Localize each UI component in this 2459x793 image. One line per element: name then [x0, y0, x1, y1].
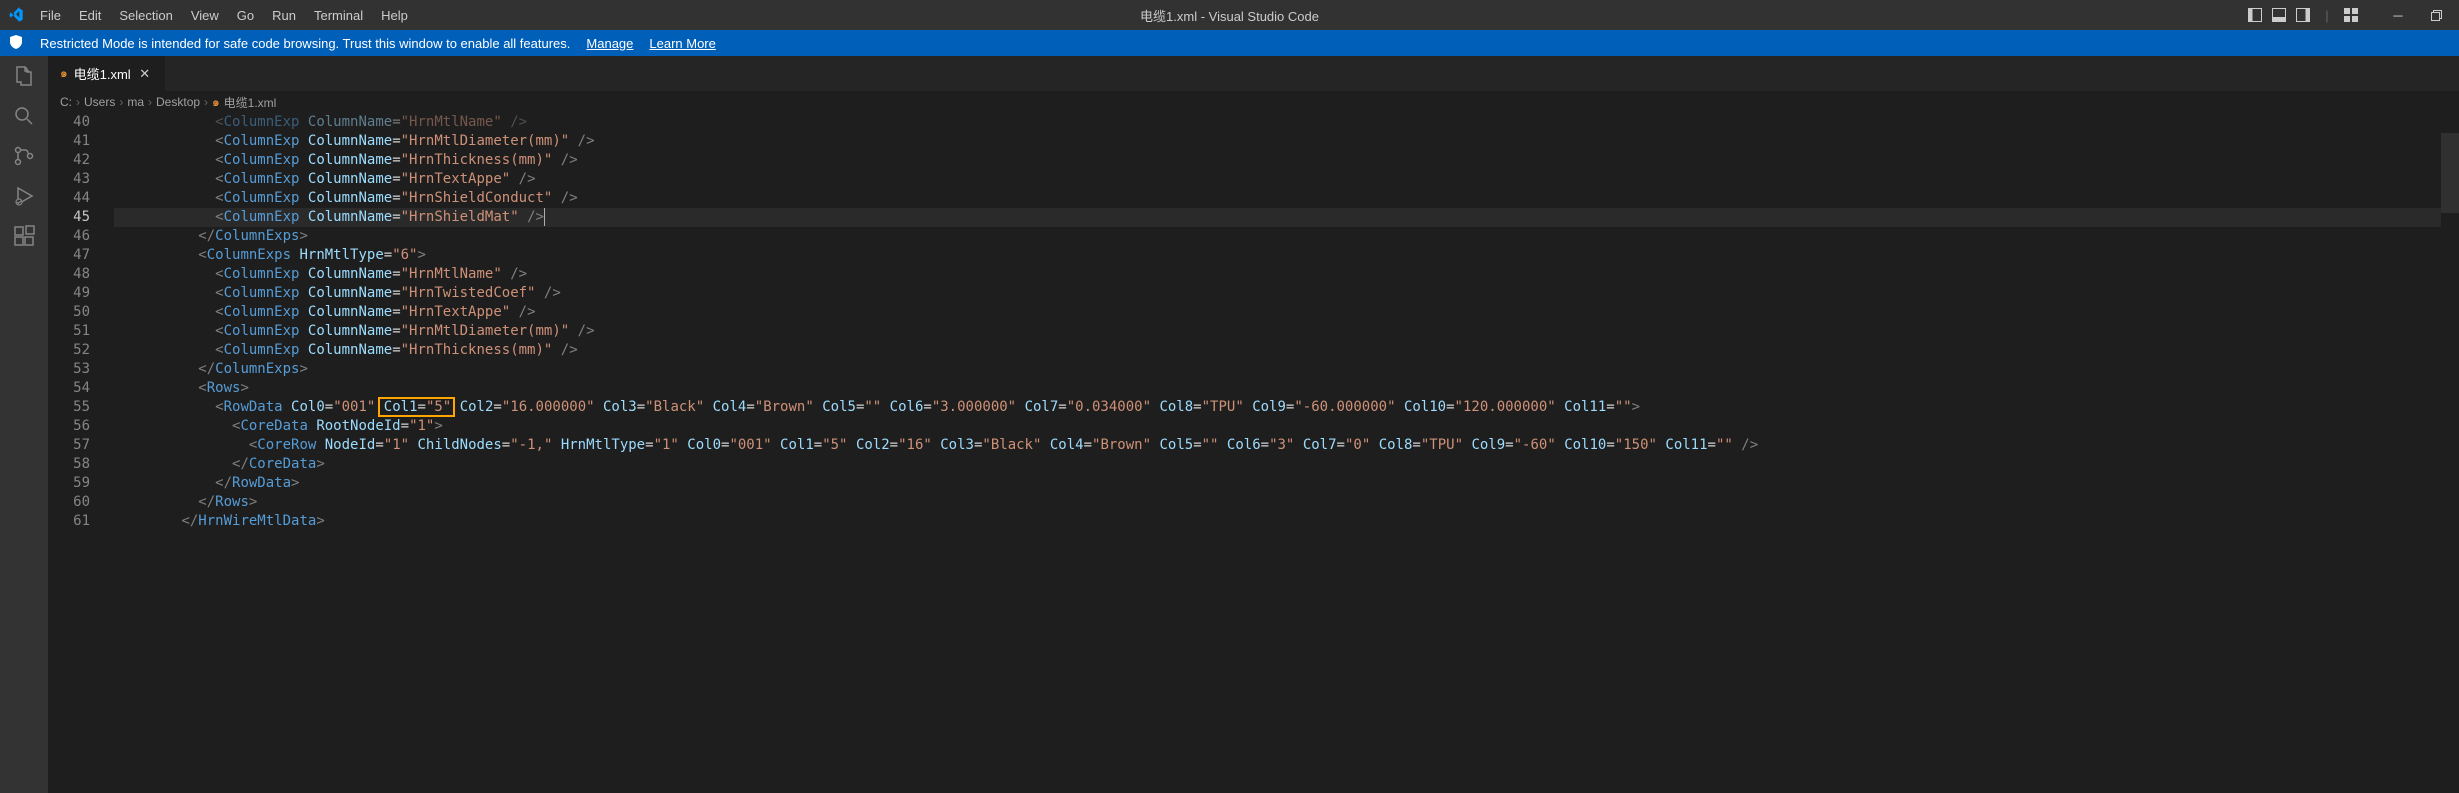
code-line[interactable]: <ColumnExp ColumnName="HrnMtlDiameter(mm…	[114, 322, 2441, 341]
tab-bar: ๑ 电缆1.xml ✕	[48, 56, 2459, 91]
code-line[interactable]: <ColumnExp ColumnName="HrnMtlDiameter(mm…	[114, 132, 2441, 151]
code-line[interactable]: <ColumnExps HrnMtlType="6">	[114, 246, 2441, 265]
activity-bar	[0, 56, 48, 793]
code-line[interactable]: </ColumnExps>	[114, 360, 2441, 379]
toggle-primary-sidebar-icon[interactable]	[2247, 7, 2263, 23]
toggle-panel-icon[interactable]	[2271, 7, 2287, 23]
manage-link[interactable]: Manage	[586, 36, 633, 51]
menu-terminal[interactable]: Terminal	[306, 4, 371, 27]
source-control-icon[interactable]	[12, 144, 36, 168]
customize-layout-icon[interactable]	[2343, 7, 2359, 23]
minimap[interactable]	[2441, 113, 2459, 793]
window-title: 电缆1.xml - Visual Studio Code	[1140, 6, 1319, 25]
breadcrumb-item[interactable]: ma	[127, 95, 144, 109]
minimap-slider[interactable]	[2441, 133, 2459, 213]
tab-file[interactable]: ๑ 电缆1.xml ✕	[48, 56, 166, 91]
search-icon[interactable]	[12, 104, 36, 128]
main-content: ๑ 电缆1.xml ✕ C: › Users › ma › Desktop › …	[0, 56, 2459, 793]
code-line[interactable]: </CoreData>	[114, 455, 2441, 474]
chevron-right-icon: ›	[119, 95, 123, 109]
menu-help[interactable]: Help	[373, 4, 416, 27]
code-line[interactable]: <ColumnExp ColumnName="HrnShieldMat" />	[114, 208, 2441, 227]
run-debug-icon[interactable]	[12, 184, 36, 208]
code-line[interactable]: <Rows>	[114, 379, 2441, 398]
tab-label: 电缆1.xml	[74, 64, 131, 83]
close-icon[interactable]: ✕	[137, 66, 153, 82]
code-line[interactable]: </Rows>	[114, 493, 2441, 512]
line-numbers: 4041424344454647484950515253545556575859…	[48, 113, 110, 793]
extensions-icon[interactable]	[12, 224, 36, 248]
chevron-right-icon: ›	[148, 95, 152, 109]
xml-file-icon: ๑	[60, 64, 68, 83]
code-line[interactable]: <ColumnExp ColumnName="HrnShieldConduct"…	[114, 189, 2441, 208]
code-line[interactable]: <ColumnExp ColumnName="HrnTwistedCoef" /…	[114, 284, 2441, 303]
learn-more-link[interactable]: Learn More	[649, 36, 715, 51]
code-line[interactable]: <ColumnExp ColumnName="HrnThickness(mm)"…	[114, 341, 2441, 360]
toggle-secondary-sidebar-icon[interactable]	[2295, 7, 2311, 23]
title-bar: File Edit Selection View Go Run Terminal…	[0, 0, 2459, 30]
menu-bar: File Edit Selection View Go Run Terminal…	[32, 4, 416, 27]
breadcrumb-item[interactable]: Users	[84, 95, 115, 109]
breadcrumb[interactable]: C: › Users › ma › Desktop › ๑ 电缆1.xml	[48, 91, 2459, 113]
title-controls: | ─	[2247, 7, 2451, 23]
xml-file-icon: ๑	[212, 93, 220, 112]
code-line[interactable]: </ColumnExps>	[114, 227, 2441, 246]
menu-view[interactable]: View	[183, 4, 227, 27]
maximize-icon[interactable]	[2421, 7, 2451, 23]
code-content[interactable]: <ColumnExp ColumnName="HrnMtlName" /> <C…	[110, 113, 2441, 793]
shield-icon	[8, 34, 24, 53]
menu-selection[interactable]: Selection	[111, 4, 180, 27]
code-line[interactable]: <ColumnExp ColumnName="HrnTextAppe" />	[114, 303, 2441, 322]
breadcrumb-item[interactable]: 电缆1.xml	[224, 94, 277, 111]
code-line[interactable]: <ColumnExp ColumnName="HrnThickness(mm)"…	[114, 151, 2441, 170]
restricted-mode-banner: Restricted Mode is intended for safe cod…	[0, 30, 2459, 56]
code-line[interactable]: <ColumnExp ColumnName="HrnTextAppe" />	[114, 170, 2441, 189]
chevron-right-icon: ›	[76, 95, 80, 109]
code-line[interactable]: <CoreRow NodeId="1" ChildNodes="-1," Hrn…	[114, 436, 2441, 455]
menu-go[interactable]: Go	[229, 4, 262, 27]
code-line[interactable]: <ColumnExp ColumnName="HrnMtlName" />	[114, 265, 2441, 284]
code-line[interactable]: </RowData>	[114, 474, 2441, 493]
code-editor[interactable]: 4041424344454647484950515253545556575859…	[48, 113, 2459, 793]
code-line[interactable]: </HrnWireMtlData>	[114, 512, 2441, 531]
menu-edit[interactable]: Edit	[71, 4, 109, 27]
menu-run[interactable]: Run	[264, 4, 304, 27]
explorer-icon[interactable]	[12, 64, 36, 88]
editor-area: ๑ 电缆1.xml ✕ C: › Users › ma › Desktop › …	[48, 56, 2459, 793]
code-line[interactable]: <CoreData RootNodeId="1">	[114, 417, 2441, 436]
breadcrumb-item[interactable]: C:	[60, 95, 72, 109]
vscode-icon	[8, 7, 24, 23]
menu-file[interactable]: File	[32, 4, 69, 27]
code-line[interactable]: <RowData Col0="001" Col1="5" Col2="16.00…	[114, 398, 2441, 417]
code-line[interactable]: <ColumnExp ColumnName="HrnMtlName" />	[114, 113, 2441, 132]
breadcrumb-item[interactable]: Desktop	[156, 95, 200, 109]
banner-text: Restricted Mode is intended for safe cod…	[40, 36, 570, 51]
separator: |	[2319, 7, 2335, 23]
minimize-icon[interactable]: ─	[2383, 7, 2413, 23]
chevron-right-icon: ›	[204, 95, 208, 109]
